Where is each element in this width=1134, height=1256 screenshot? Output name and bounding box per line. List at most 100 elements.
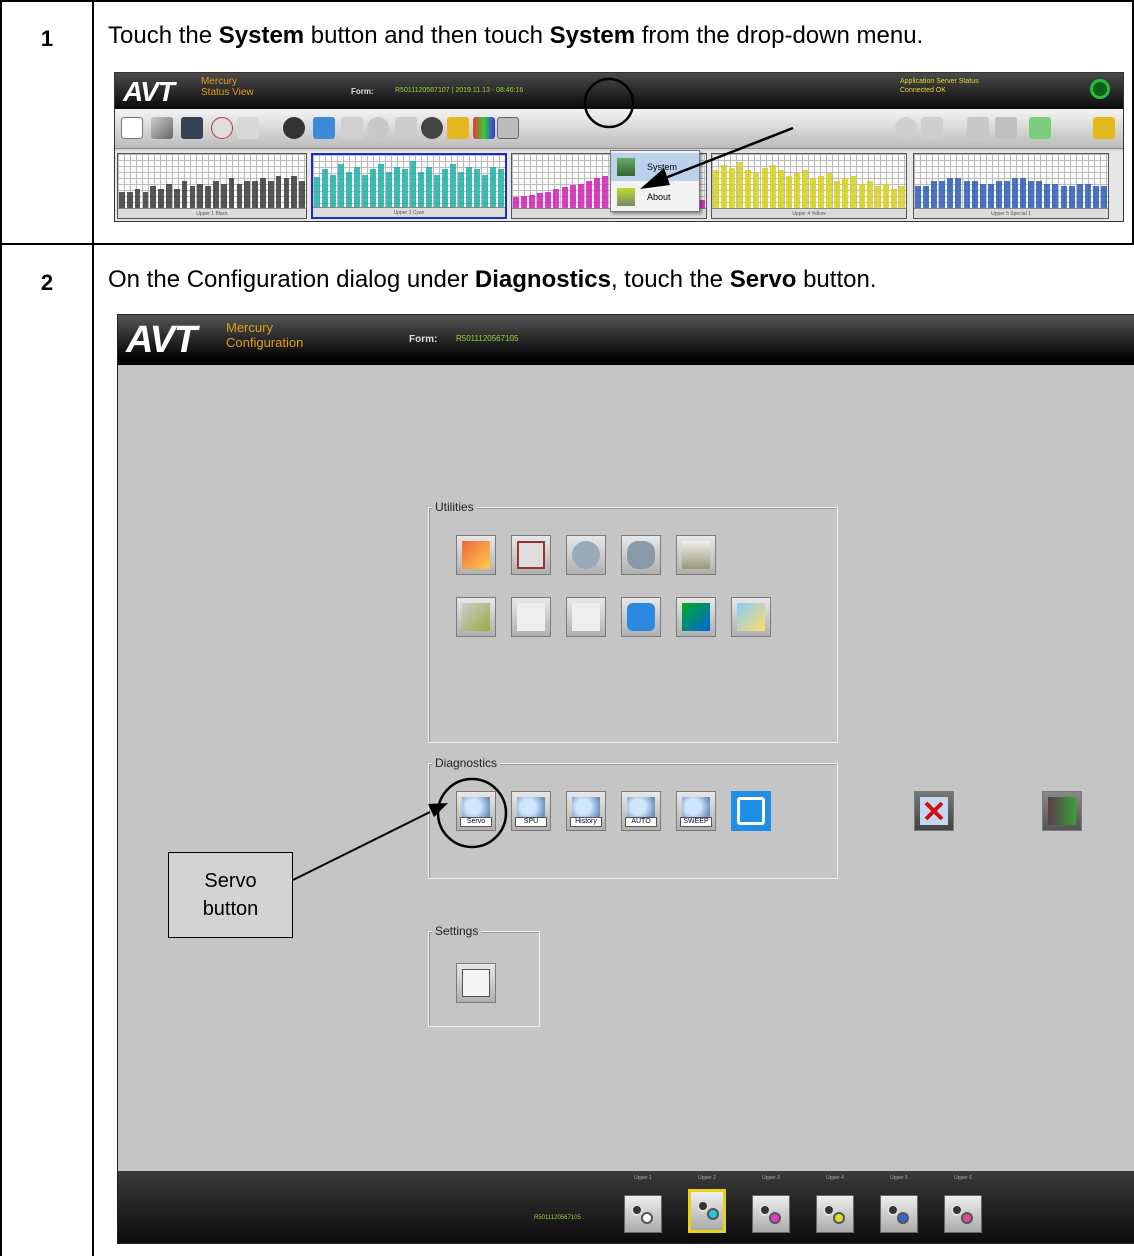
unit-button[interactable] (880, 1195, 918, 1233)
unit-label: Upper 3 (762, 1175, 780, 1181)
chart-bar (545, 191, 552, 208)
lock-icon[interactable] (447, 117, 469, 139)
servo-button[interactable]: Servo (456, 791, 496, 831)
refresh-icon[interactable] (367, 117, 389, 139)
light-button[interactable] (676, 535, 716, 575)
unit-button[interactable] (688, 1189, 726, 1233)
camera-up-button[interactable] (566, 597, 606, 637)
unit-label: Upper 4 (826, 1175, 844, 1181)
instruction-bold: System (218, 22, 305, 49)
chart-bar (370, 169, 376, 207)
system-button[interactable] (497, 117, 519, 139)
new-icon[interactable] (121, 117, 143, 139)
lock-icon[interactable] (1093, 117, 1115, 139)
chart-panel: Upper 5 Special 1 (913, 153, 1109, 219)
close-button[interactable] (914, 791, 954, 831)
percent-tool-icon[interactable] (395, 117, 417, 139)
exit-button[interactable] (1042, 791, 1082, 831)
camera-down-button[interactable] (511, 597, 551, 637)
auto-caption: AUTO (625, 817, 657, 827)
chart-bar (761, 167, 768, 208)
slider-icon[interactable] (995, 117, 1017, 139)
servo-callout: Servo button (168, 852, 293, 938)
chart-bar (166, 183, 172, 208)
layers-button[interactable] (456, 597, 496, 637)
form-value: R5011120567107 | 2019.11.13 - 08:46:16 (395, 87, 524, 94)
color-bars-icon[interactable] (473, 117, 495, 139)
check-icon[interactable] (421, 117, 443, 139)
unit-button[interactable] (624, 1195, 662, 1233)
sliders-icon[interactable] (967, 117, 989, 139)
chart-bar (158, 189, 164, 208)
copy-icon[interactable] (313, 117, 335, 139)
settings-button[interactable] (456, 963, 496, 1003)
chart-bar (1060, 186, 1067, 208)
instruction-text: Touch the (108, 22, 219, 49)
chart-bar (1044, 183, 1051, 208)
calibrate-button[interactable] (731, 597, 771, 637)
network-button[interactable] (566, 535, 606, 575)
chart-bar (1036, 181, 1043, 208)
unit-dot-icon (641, 1212, 653, 1224)
chart-bar (569, 185, 576, 208)
instruction-text: button and then touch (304, 22, 550, 49)
chart-bar (577, 183, 584, 208)
display-button[interactable] (676, 597, 716, 637)
unit-label: Upper 6 (954, 1175, 972, 1181)
network-settings-button[interactable] (621, 535, 661, 575)
chart-bar (283, 178, 290, 208)
chart-bar (553, 189, 560, 208)
unit-button[interactable] (944, 1195, 982, 1233)
server-status: Application Server Status Connected OK (900, 78, 979, 94)
chart-bar (378, 163, 384, 207)
network-diagram-button[interactable] (731, 791, 771, 831)
record-icon[interactable] (211, 117, 233, 139)
percent-icon[interactable] (283, 117, 305, 139)
chart-bar (923, 186, 930, 208)
chart-bar (1028, 181, 1035, 208)
chart-bar (173, 189, 180, 208)
chart-bar (947, 178, 954, 208)
chart-bar (418, 171, 424, 207)
edit-icon[interactable] (151, 117, 173, 139)
chart-bar (189, 186, 196, 208)
circle-icon[interactable] (895, 117, 917, 139)
unit-label: Upper 2 (698, 1175, 716, 1181)
delete-form-button[interactable] (456, 535, 496, 575)
chart-bar (513, 197, 520, 208)
sweep-button[interactable]: SWEEP (676, 791, 716, 831)
servo-caption: Servo (460, 817, 492, 827)
chart-bar (354, 166, 360, 207)
history-button[interactable]: History (566, 791, 606, 831)
network-diagram-icon (737, 797, 765, 825)
instruction-bold: Diagnostics (474, 266, 611, 293)
chart-bar (955, 178, 962, 208)
spu-button[interactable]: SPU (511, 791, 551, 831)
chart-bar (529, 194, 536, 208)
lamp-icon (682, 541, 710, 569)
tool-icon[interactable] (341, 117, 363, 139)
instruction-bold: System (549, 22, 636, 49)
instruction-text: On the Configuration dialog under (108, 266, 475, 293)
camera-icon (517, 603, 545, 631)
grid-icon[interactable] (921, 117, 943, 139)
configuration-screenshot: AVT Mercury Configuration Form: R5011120… (117, 314, 1134, 1244)
menu-item-about[interactable]: About (611, 183, 699, 211)
chart-bar (252, 181, 258, 208)
chart-bar (858, 183, 865, 208)
chart-bar (721, 164, 728, 208)
green-icon[interactable] (1029, 117, 1051, 139)
unit-label: Upper 5 (890, 1175, 908, 1181)
chart-bar (593, 178, 600, 208)
auto-button[interactable]: AUTO (621, 791, 661, 831)
print-icon[interactable] (237, 117, 259, 139)
save-icon[interactable] (181, 117, 203, 139)
unit-button[interactable] (752, 1195, 790, 1233)
unit-button[interactable] (816, 1195, 854, 1233)
chart-bar (810, 178, 817, 208)
menu-item-system[interactable]: System (611, 153, 699, 181)
chart-bar (1012, 178, 1019, 208)
chart-bar (126, 191, 133, 208)
device-button[interactable] (511, 535, 551, 575)
teamviewer-button[interactable] (621, 597, 661, 637)
